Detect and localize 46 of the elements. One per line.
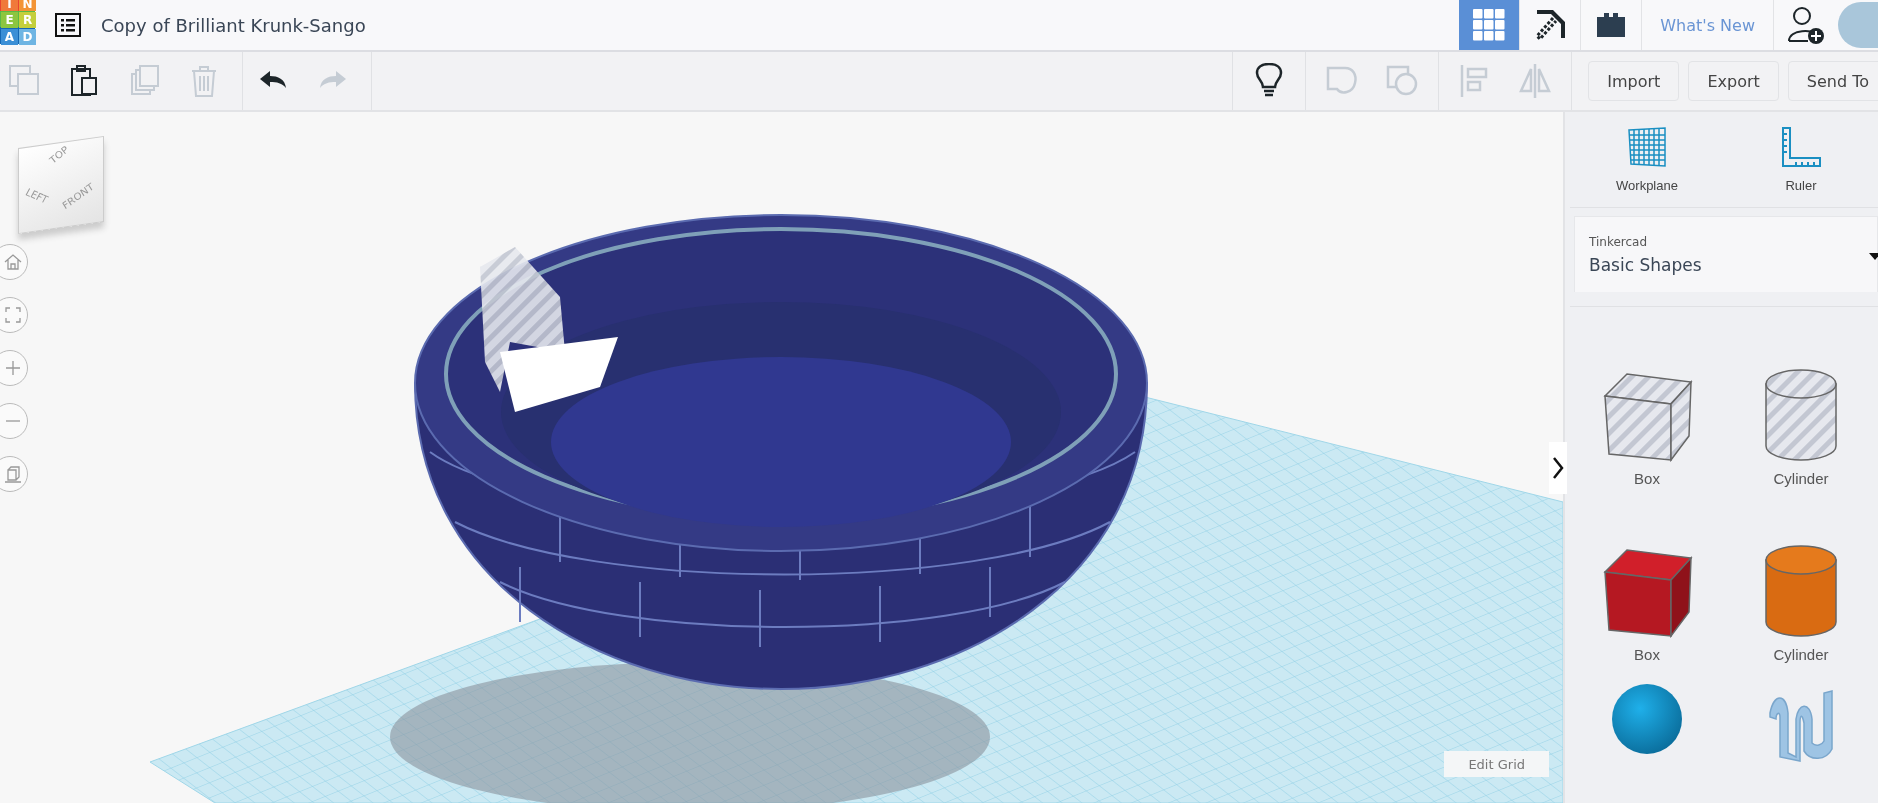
shape-item[interactable]: Cylinder: [1724, 331, 1878, 487]
workplane-tool-button[interactable]: Workplane: [1582, 126, 1712, 193]
zoom-out-button[interactable]: [0, 403, 28, 439]
copy-icon: [8, 64, 40, 98]
add-user-icon[interactable]: [1786, 5, 1826, 45]
home-icon: [3, 252, 23, 272]
shape-item[interactable]: Box: [1570, 331, 1724, 487]
zoom-in-button[interactable]: [0, 350, 28, 386]
logo-tile: A: [1, 29, 18, 45]
hollow-cylinder-icon: [1764, 368, 1838, 462]
list-icon[interactable]: [55, 13, 81, 37]
plus-icon: [3, 358, 23, 378]
shape-item[interactable]: Cylinder: [1724, 507, 1878, 663]
document-title[interactable]: Copy of Brilliant Krunk-Sango: [101, 14, 366, 36]
mirror-icon: [1518, 63, 1553, 99]
chevron-icon: [1552, 456, 1564, 480]
logo-tile: R: [19, 12, 36, 28]
cube-face-label: LEFT: [23, 186, 50, 206]
logo-tile: D: [19, 29, 36, 45]
shape-item[interactable]: Box: [1570, 507, 1724, 663]
collapse-panel-button[interactable]: [1549, 442, 1567, 494]
edit-grid-button[interactable]: Edit Grid: [1444, 751, 1549, 777]
stacked-squares-icon: [128, 64, 160, 98]
avatar[interactable]: [1838, 2, 1878, 48]
grid-plane-icon: [1626, 126, 1668, 168]
ruler-tool-button[interactable]: Ruler: [1736, 126, 1866, 193]
perspective-cube-icon: [3, 464, 23, 484]
caret-icon: [1869, 253, 1878, 261]
cube-icon: [1601, 546, 1693, 638]
logo-tile: E: [1, 12, 18, 28]
hollow-cube-icon: [1601, 370, 1693, 462]
fit-view-icon: [3, 305, 23, 325]
toolbar-button[interactable]: Send To: [1787, 61, 1878, 101]
clipboard-icon: [68, 64, 100, 98]
sphere-icon: [1611, 683, 1683, 755]
home-button[interactable]: [0, 244, 28, 280]
ruler-icon: [1780, 126, 1822, 168]
cylinder-icon: [1764, 544, 1838, 638]
toolbar-button[interactable]: Export: [1688, 61, 1779, 101]
perspective-button[interactable]: [0, 456, 28, 492]
library-dropdown[interactable]: Tinkercad Basic Shapes: [1574, 216, 1878, 292]
minus-icon: [3, 419, 23, 423]
grid-icon: [1473, 9, 1506, 41]
fit-button[interactable]: [0, 297, 28, 333]
cube-face-label: TOP: [47, 143, 71, 166]
toolbar-button[interactable]: Import: [1588, 61, 1680, 101]
